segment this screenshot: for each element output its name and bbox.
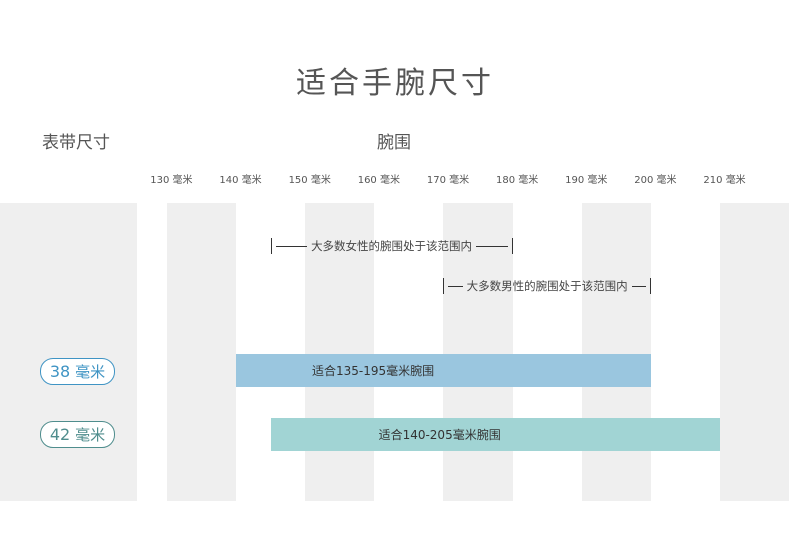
annotation-end-cap (649, 278, 651, 294)
bar-label: 适合140-205毫米腕围 (378, 428, 501, 442)
band-42mm-badge: 42 毫米 (40, 421, 115, 448)
annotation-dash (631, 285, 646, 287)
wrist-size-header: 腕围 (377, 133, 411, 153)
x-tick-label: 180 毫米 (496, 175, 539, 186)
plot-area: 大多数女性的腕围处于该范围内 大多数男性的腕围处于该范围内 适合135-195毫… (0, 203, 790, 501)
page-title: 适合手腕尺寸 (296, 66, 494, 101)
x-tick-label: 160 毫米 (357, 175, 400, 186)
band-size-unit: 毫米 (75, 426, 106, 444)
x-tick-label: 130 毫米 (150, 175, 193, 186)
grid-stripe (166, 203, 236, 501)
annotation-dash (448, 285, 463, 287)
women-range-annotation: 大多数女性的腕围处于该范围内 (270, 238, 513, 254)
bar-label: 适合135-195毫米腕围 (312, 364, 435, 378)
x-tick-label: 190 毫米 (565, 175, 608, 186)
bar-38mm-band: 适合135-195毫米腕围 (236, 354, 651, 387)
annotation-label: 大多数女性的腕围处于该范围内 (311, 239, 473, 253)
x-tick-label: 140 毫米 (219, 175, 262, 186)
annotation-start-cap (443, 278, 445, 294)
band-size-number: 38 (49, 362, 71, 381)
annotation-dash (476, 245, 508, 247)
band-38mm-badge: 38 毫米 (40, 358, 115, 385)
annotation-end-cap (511, 238, 513, 254)
grid-stripe (581, 203, 651, 501)
grid-stripe (720, 203, 790, 501)
band-size-header: 表带尺寸 (42, 133, 110, 153)
band-size-number: 42 (49, 425, 71, 444)
x-tick-label: 150 毫米 (288, 175, 331, 186)
annotation-label: 大多数男性的腕围处于该范围内 (466, 279, 628, 293)
x-tick-label: 200 毫米 (634, 175, 677, 186)
x-tick-label: 210 毫米 (703, 175, 746, 186)
annotation-dash (275, 245, 308, 247)
x-tick-label: 170 毫米 (426, 175, 470, 186)
band-column-stripe (0, 203, 137, 501)
men-range-annotation: 大多数男性的腕围处于该范围内 (443, 278, 651, 294)
annotation-start-cap (270, 238, 272, 254)
band-size-unit: 毫米 (75, 363, 106, 381)
bar-42mm-band: 适合140-205毫米腕围 (270, 418, 720, 451)
